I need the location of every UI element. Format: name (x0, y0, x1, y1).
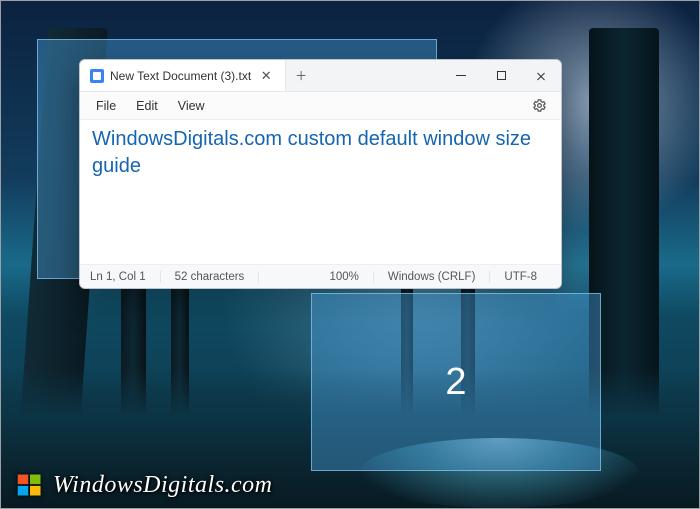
notepad-window[interactable]: New Text Document (3).txt ✕ ＋ File Edit … (79, 59, 562, 289)
status-encoding: UTF-8 (490, 271, 551, 283)
windows-logo-icon (15, 470, 45, 500)
menu-edit[interactable]: Edit (128, 96, 166, 116)
document-tab[interactable]: New Text Document (3).txt ✕ (80, 60, 286, 91)
statusbar: Ln 1, Col 1 52 characters 100% Windows (… (80, 264, 561, 288)
gear-icon (532, 98, 547, 113)
overlay-label-2: 2 (445, 361, 466, 404)
close-button[interactable] (521, 60, 561, 91)
menu-file[interactable]: File (88, 96, 124, 116)
minimize-button[interactable] (441, 60, 481, 91)
editor-content[interactable]: WindowsDigitals.com custom default windo… (80, 120, 561, 264)
menubar: File Edit View (80, 92, 561, 120)
status-cursor: Ln 1, Col 1 (90, 271, 161, 283)
status-eol: Windows (CRLF) (374, 271, 491, 283)
new-tab-button[interactable]: ＋ (286, 60, 316, 91)
status-zoom[interactable]: 100% (315, 271, 373, 283)
status-char-count: 52 characters (161, 271, 260, 283)
menu-view[interactable]: View (170, 96, 213, 116)
watermark-text: WindowsDigitals.com (53, 472, 273, 499)
settings-button[interactable] (526, 95, 553, 116)
desktop-wallpaper: 1 New Text Document (3).txt ✕ ＋ File Edi… (0, 0, 700, 509)
site-watermark: WindowsDigitals.com (15, 470, 273, 500)
maximize-button[interactable] (481, 60, 521, 91)
selection-overlay-2: 2 (311, 293, 601, 471)
titlebar-spacer[interactable] (316, 60, 441, 91)
tab-close-button[interactable]: ✕ (257, 67, 275, 85)
document-tab-title: New Text Document (3).txt (110, 69, 251, 83)
titlebar[interactable]: New Text Document (3).txt ✕ ＋ (80, 60, 561, 92)
notepad-icon (90, 69, 104, 83)
